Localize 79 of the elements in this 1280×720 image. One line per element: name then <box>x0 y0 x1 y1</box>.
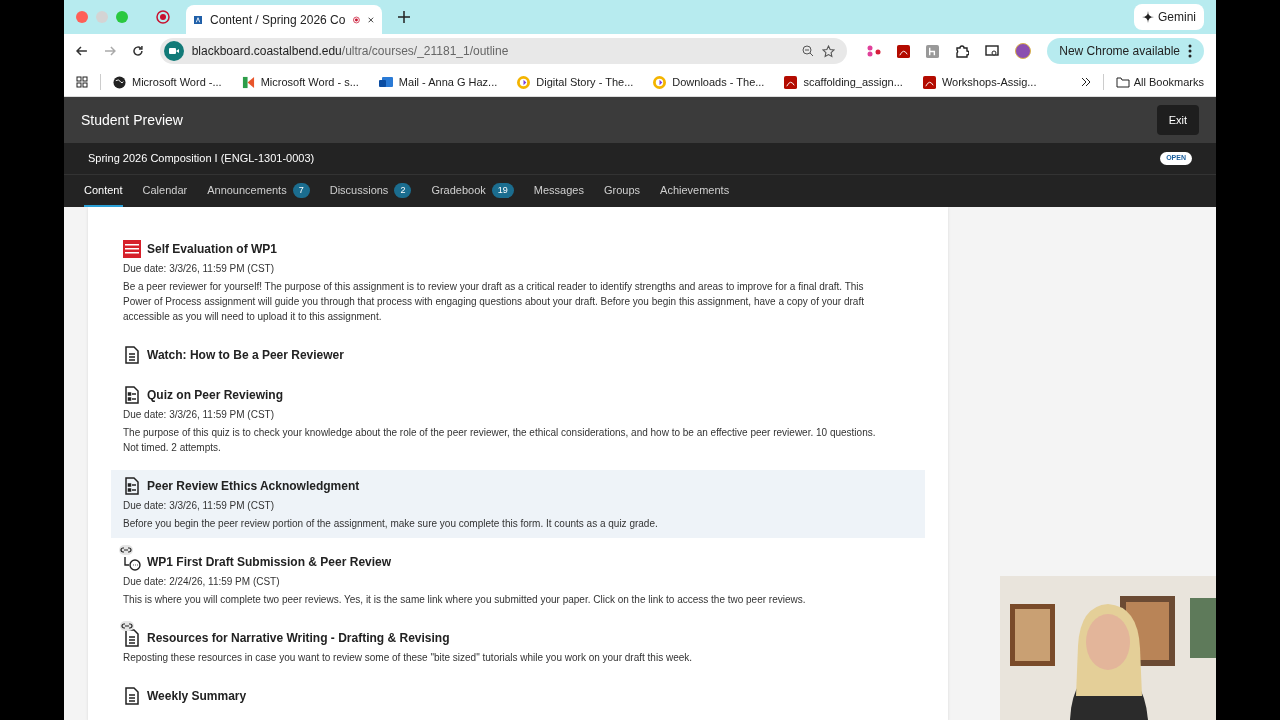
form-icon <box>124 477 140 495</box>
nav-tab[interactable]: Discussions 2 <box>329 175 412 207</box>
recording-icon[interactable] <box>156 10 170 24</box>
bookmark[interactable]: Digital Story - The... <box>517 73 634 91</box>
content-item[interactable]: Peer Review Ethics Acknowledgment Due date: 3/3/26, 11:59 PM (CST) Before you begin the peer review portion of the assignment, make sure you complete this form. It counts as a quiz grade. <box>111 470 925 538</box>
pdf-icon <box>784 75 798 89</box>
close-icon[interactable] <box>368 14 374 25</box>
item-title[interactable]: Watch: How to Be a Peer Reviewer <box>147 346 344 364</box>
puzzle-icon[interactable] <box>955 44 970 58</box>
ring-icon <box>517 75 531 89</box>
star-icon[interactable] <box>822 44 836 58</box>
document-icon <box>124 687 140 705</box>
camera-icon <box>163 41 184 61</box>
item-description: Be a peer reviewer for yourself! The purpose of this assignment is to review your draft as a critical reader to identify strengths and areas to improve for a final draft. This Power of Process assignment will guide you through that process with engaging questions about your draft. Before you begin this assignment, have a copy of your draft accessible as you will need to upload it to this assignment. <box>123 280 865 324</box>
count-badge: 7 <box>292 182 310 198</box>
reload-icon[interactable] <box>131 45 144 57</box>
bookmark[interactable]: Microsoft Word -... <box>113 73 222 91</box>
pdf-icon[interactable] <box>897 44 911 58</box>
bookmark[interactable]: Mail - Anna G Haz... <box>378 73 498 91</box>
item-description: This is where you will complete two peer reviews. Yes, it is the same link where you submitted your paper. Click on the link to access the two peer reviews. <box>123 593 807 607</box>
mail-icon <box>378 75 393 89</box>
course-title: Spring 2026 Composition I (ENGL-1301-0003) <box>88 151 315 167</box>
document-icon <box>124 346 140 364</box>
item-title[interactable]: Resources for Narrative Writing - Drafting & Revising <box>147 629 450 647</box>
address-bar[interactable]: blackboard.coastalbend.edu/ultra/courses/_21181_1/outline <box>159 38 848 64</box>
pdf-icon <box>922 75 936 89</box>
back-icon[interactable] <box>76 45 88 57</box>
folder-icon <box>1115 76 1130 88</box>
due-date: Due date: 3/3/26, 11:59 PM (CST) <box>123 408 275 422</box>
chevrons-icon[interactable] <box>1080 77 1091 87</box>
item-description: Before you begin the peer review portion of the assignment, make sure you complete this form. It counts as a quiz grade. <box>123 517 659 531</box>
item-description: The purpose of this quiz is to check your knowledge about the role of the peer reviewer, the ethical considerations, and how to be an effective peer reviewer. 10 questions. Not timed. 2 attempts. <box>123 426 877 455</box>
nav-tab[interactable]: Gradebook 19 <box>431 175 514 207</box>
item-title[interactable]: Self Evaluation of WP1 <box>147 240 278 258</box>
exit-button[interactable]: Exit <box>1156 105 1199 135</box>
screen-search-icon[interactable] <box>985 45 1000 57</box>
all-bookmarks-link[interactable]: All Bookmarks <box>1115 73 1204 91</box>
due-date: Due date: 2/24/26, 11:59 PM (CST) <box>123 575 281 589</box>
extension-icon[interactable] <box>926 44 940 58</box>
bookmark[interactable]: Microsoft Word - s... <box>241 73 359 91</box>
extension-icon[interactable] <box>867 45 882 57</box>
gemini-button[interactable]: Gemini <box>1134 4 1204 30</box>
nav-tab[interactable]: Announcements 7 <box>207 175 310 207</box>
recording-icon <box>353 13 361 26</box>
count-badge: 19 <box>491 182 514 198</box>
profile-avatar[interactable] <box>1015 43 1032 59</box>
ring-icon <box>653 75 667 89</box>
nav-tab[interactable]: Achievements <box>660 175 730 207</box>
tab-title: Content / Spring 2026 Co <box>210 11 346 29</box>
sparkle-icon <box>1142 11 1154 23</box>
item-title[interactable]: Quiz on Peer Reviewing <box>147 386 284 404</box>
url-text: blackboard.coastalbend.edu/ultra/courses/_21181_1/outline <box>191 43 509 60</box>
update-button[interactable]: New Chrome available <box>1047 38 1204 64</box>
k-logo-icon <box>241 75 255 89</box>
document-icon <box>124 629 140 647</box>
new-tab-icon[interactable] <box>398 11 410 23</box>
preview-title: Student Preview <box>81 110 183 130</box>
form-icon <box>124 386 140 404</box>
due-date: Due date: 3/3/26, 11:59 PM (CST) <box>123 499 275 513</box>
bookmark[interactable]: scaffolding_assign... <box>784 73 903 91</box>
bookmark[interactable]: Workshops-Assig... <box>922 73 1037 91</box>
link-icon <box>120 621 134 631</box>
publisher-logo-icon <box>123 240 141 258</box>
item-title[interactable]: WP1 First Draft Submission & Peer Review <box>147 553 392 571</box>
nav-tab[interactable]: Messages <box>533 175 584 207</box>
globe-icon <box>113 75 126 89</box>
item-title[interactable]: Weekly Summary <box>147 687 247 705</box>
count-badge: 2 <box>394 182 412 198</box>
item-description: Reposting these resources in case you want to review some of these "bite sized" tutorials while you work on your draft this week. <box>123 651 694 665</box>
browser-tab[interactable]: Content / Spring 2026 Co <box>186 5 382 34</box>
due-date: Due date: 3/3/26, 11:59 PM (CST) <box>123 262 275 276</box>
nav-tab[interactable]: Calendar <box>142 175 188 207</box>
more-icon <box>1188 44 1192 58</box>
bookmark[interactable]: Downloads - The... <box>653 73 765 91</box>
apps-icon[interactable] <box>76 76 88 88</box>
zoom-out-icon[interactable] <box>802 45 815 57</box>
nav-tab[interactable]: Groups <box>604 175 641 207</box>
link-icon <box>119 545 133 555</box>
item-title[interactable]: Peer Review Ethics Acknowledgment <box>147 477 360 495</box>
